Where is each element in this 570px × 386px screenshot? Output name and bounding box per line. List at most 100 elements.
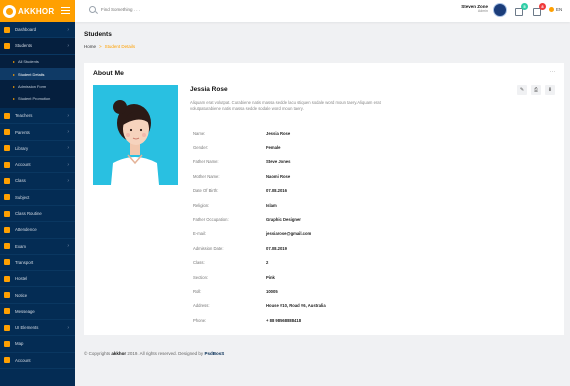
sidebar: AKKHOR Dashboard › Students › ▸ All Students ▸… bbox=[0, 0, 75, 386]
more-options-icon[interactable]: ... bbox=[549, 68, 556, 74]
search-icon[interactable] bbox=[89, 6, 96, 13]
avatar[interactable] bbox=[493, 3, 507, 17]
sidebar-nav: Dashboard › Students › ▸ All Students ▸ Student… bbox=[0, 22, 75, 369]
sidebar-item-label: UI Elements bbox=[15, 325, 39, 331]
sidebar-item-map[interactable]: Map bbox=[0, 336, 75, 353]
sidebar-item-icon bbox=[4, 340, 10, 347]
print-icon[interactable]: ⎙ bbox=[531, 85, 541, 95]
sidebar-item-label: Dashboard bbox=[15, 27, 37, 33]
footer-designer[interactable]: PsdBosS bbox=[204, 351, 224, 356]
sidebar-item-class-routine[interactable]: Class Routine bbox=[0, 206, 75, 223]
sidebar-item-messeage[interactable]: Messeage bbox=[0, 304, 75, 321]
footer-site[interactable]: akkhor bbox=[111, 351, 126, 356]
detail-row: Admission Date: 07.08.2019 bbox=[193, 241, 393, 255]
sidebar-item-students[interactable]: Students › bbox=[0, 38, 75, 55]
submenu-item-label: Student Promotion bbox=[18, 96, 51, 102]
brand-bar: AKKHOR bbox=[0, 0, 75, 22]
bullet-icon: ▸ bbox=[13, 96, 16, 102]
detail-label: Gender: bbox=[193, 145, 209, 151]
sidebar-item-dashboard[interactable]: Dashboard › bbox=[0, 22, 75, 39]
detail-value: 07.08.2016 bbox=[266, 188, 287, 194]
sidebar-item-transport[interactable]: Transport bbox=[0, 255, 75, 272]
detail-row: Father Occupation: Graphic Designer bbox=[193, 212, 393, 226]
sidebar-item-icon bbox=[4, 243, 10, 250]
notification-icon[interactable]: 8 bbox=[533, 3, 546, 16]
chevron-right-icon: › bbox=[67, 324, 69, 331]
detail-row: Roll: 10005 bbox=[193, 284, 393, 298]
sidebar-item-notice[interactable]: Notice bbox=[0, 287, 75, 304]
detail-value: Pink bbox=[266, 274, 275, 280]
language-selector[interactable]: EN bbox=[549, 7, 562, 12]
sidebar-item-library[interactable]: Library › bbox=[0, 141, 75, 158]
sidebar-item-label: Account bbox=[15, 357, 31, 363]
about-card: About Me ... Jessia Rose Aliquam erat vo… bbox=[84, 63, 564, 335]
user-info[interactable]: Steven Zone Admin bbox=[458, 4, 488, 13]
detail-label: Mother Name: bbox=[193, 173, 220, 179]
edit-icon[interactable]: ✎ bbox=[517, 85, 527, 95]
sidebar-item-attendence[interactable]: Attendence bbox=[0, 222, 75, 239]
detail-row: Gender: Female bbox=[193, 140, 393, 154]
sidebar-item-teachers[interactable]: Teachers › bbox=[0, 108, 75, 125]
chevron-right-icon: › bbox=[67, 161, 69, 168]
sidebar-item-account[interactable]: Account › bbox=[0, 157, 75, 174]
download-icon[interactable]: ⬇ bbox=[545, 85, 555, 95]
student-details-list: Name: Jessia Rose Gender: Female Father Name… bbox=[193, 126, 393, 327]
detail-label: Address: bbox=[193, 303, 210, 309]
chevron-right-icon: › bbox=[67, 112, 69, 119]
sidebar-item-icon bbox=[4, 129, 10, 136]
message-icon[interactable]: 5 bbox=[515, 3, 528, 16]
detail-label: Religion: bbox=[193, 202, 210, 208]
sidebar-item-subject[interactable]: Subject bbox=[0, 190, 75, 206]
sidebar-item-exam[interactable]: Exam › bbox=[0, 239, 75, 255]
students-submenu: ▸ All Students ▸ Student Details ▸ Admission … bbox=[0, 54, 75, 109]
language-label: EN bbox=[556, 7, 563, 12]
detail-row: Phone: + 88 98568888418 bbox=[193, 313, 393, 327]
sidebar-item-account[interactable]: Account bbox=[0, 353, 75, 369]
sidebar-item-label: Parents bbox=[15, 129, 30, 135]
detail-value: 10005 bbox=[266, 288, 278, 294]
submenu-item-student-promotion[interactable]: ▸ Student Promotion bbox=[0, 93, 75, 105]
detail-row: Class: 2 bbox=[193, 256, 393, 270]
breadcrumb-home[interactable]: Home bbox=[84, 44, 96, 49]
sidebar-item-label: Class Routine bbox=[15, 211, 42, 217]
student-illustration bbox=[111, 100, 159, 185]
detail-value: Jessia Rose bbox=[266, 130, 291, 136]
detail-row: Religion: Islam bbox=[193, 198, 393, 212]
sidebar-item-parents[interactable]: Parents › bbox=[0, 124, 75, 141]
detail-label: Father Name: bbox=[193, 159, 219, 165]
bullet-icon: ▸ bbox=[13, 84, 16, 90]
detail-value: Graphic Designer bbox=[266, 217, 301, 223]
submenu-item-all-students[interactable]: ▸ All Students bbox=[0, 56, 75, 68]
student-about-text: Aliquam erat volutpat. Curabiene natis m… bbox=[190, 100, 381, 111]
top-header: Steven Zone Admin 5 8 EN bbox=[75, 0, 570, 22]
sidebar-item-icon bbox=[4, 145, 10, 152]
user-role: Admin bbox=[477, 9, 488, 13]
detail-row: Section: Pink bbox=[193, 270, 393, 284]
sidebar-item-label: Transport bbox=[15, 259, 34, 265]
footer: © Copyrights akkhor 2019. All rights res… bbox=[84, 351, 224, 356]
detail-value: Female bbox=[266, 145, 281, 151]
detail-row: Name: Jessia Rose bbox=[193, 126, 393, 140]
sidebar-item-hostel[interactable]: Hostel bbox=[0, 271, 75, 288]
sidebar-item-label: Teachers bbox=[15, 113, 33, 119]
sidebar-item-label: Attendence bbox=[15, 227, 37, 233]
globe-icon bbox=[549, 7, 554, 12]
notification-badge: 8 bbox=[539, 3, 546, 10]
detail-value: Steve Jones bbox=[266, 159, 291, 165]
sidebar-item-ui-elements[interactable]: UI Elements › bbox=[0, 320, 75, 337]
submenu-item-admission-form[interactable]: ▸ Admission Form bbox=[0, 80, 75, 92]
detail-label: Date Of Birth: bbox=[193, 188, 219, 194]
detail-label: Roll: bbox=[193, 288, 202, 294]
search-input[interactable] bbox=[101, 7, 181, 12]
sidebar-item-class[interactable]: Class › bbox=[0, 173, 75, 190]
detail-value: 07.08.2019 bbox=[266, 245, 287, 251]
menu-toggle-icon[interactable] bbox=[61, 7, 70, 14]
card-actions: ✎ ⎙ ⬇ bbox=[517, 85, 555, 95]
sidebar-item-icon bbox=[4, 194, 10, 201]
detail-value: 2 bbox=[266, 260, 269, 266]
sidebar-item-icon bbox=[4, 324, 10, 331]
sidebar-item-icon bbox=[4, 292, 10, 299]
detail-value: House #10, Road #6, Australia bbox=[266, 303, 326, 309]
submenu-item-student-details[interactable]: ▸ Student Details bbox=[0, 67, 75, 81]
detail-label: E-mail: bbox=[193, 231, 207, 237]
